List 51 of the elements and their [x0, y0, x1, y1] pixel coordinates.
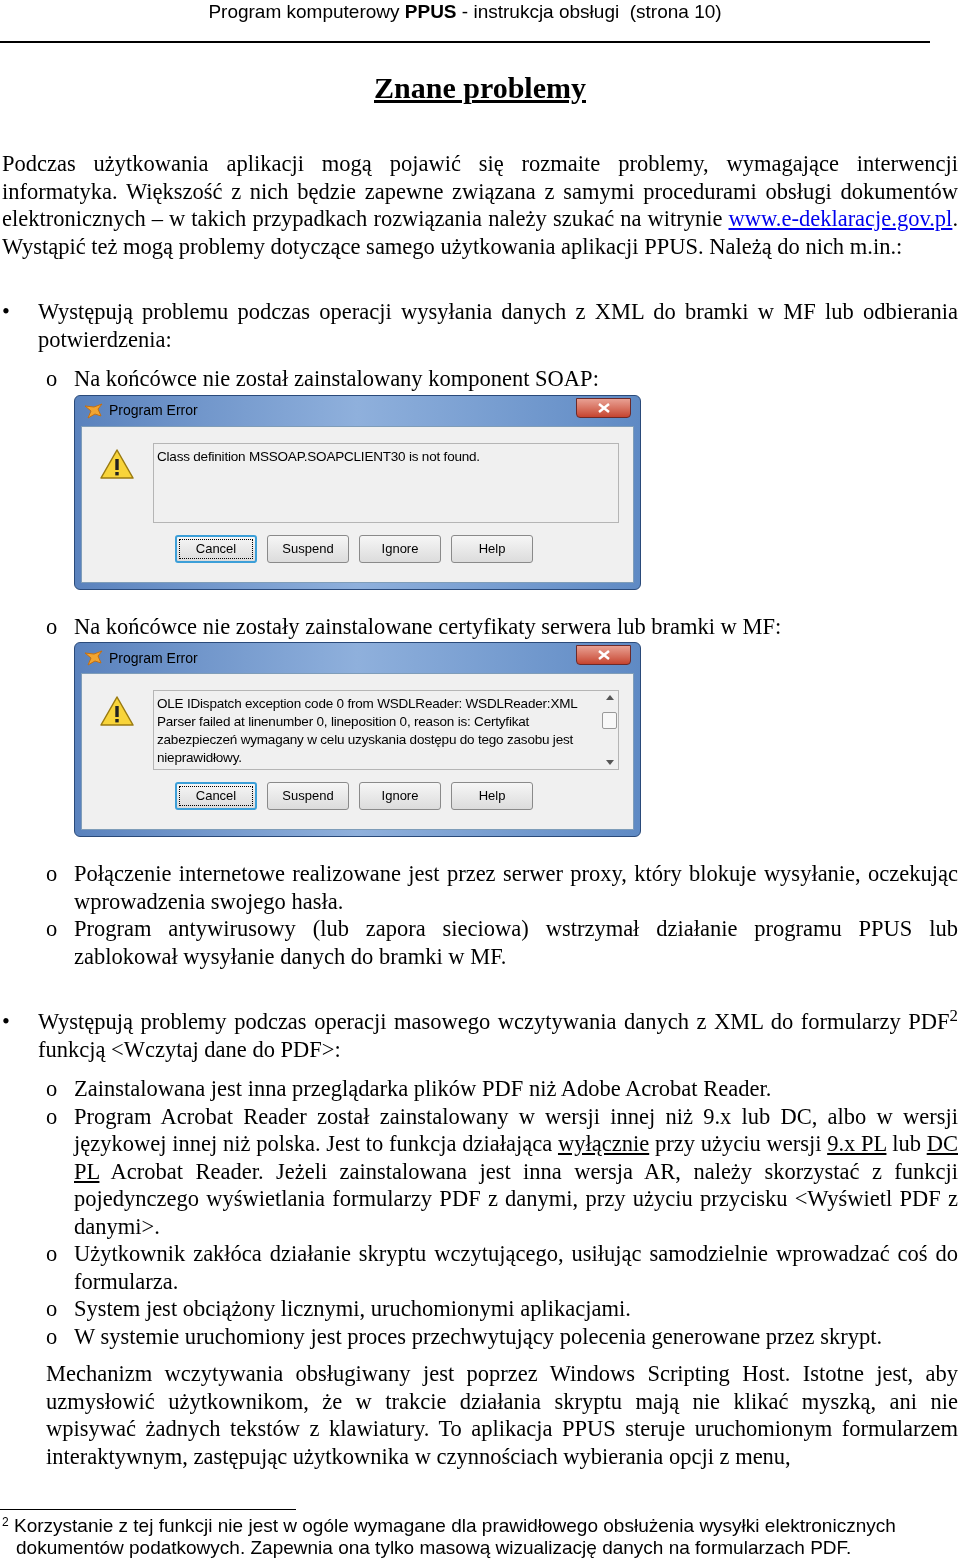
dialog-button[interactable]: Ignore: [359, 782, 441, 810]
list-item-text: Występują problemu podczas operacji wysyłania danych z XML do bramki w MF lub odbierania potwierdzenia:: [38, 298, 958, 353]
error-message: Class definition MSSOAP.SOAPCLIENT30 is not found.: [156, 447, 481, 466]
list-item-text: Na końcówce nie został zainstalowany komponent SOAP:: [74, 365, 600, 393]
sub-bullet-marker: o: [45, 1075, 59, 1103]
sub-bullet-marker: o: [45, 860, 59, 888]
sub-bullet-marker: o: [45, 1102, 59, 1131]
list-item-text: Program antywirusowy (lub zapora sieciowa) wstrzymał działanie programu PPUS lub zablokował wysyłanie danych do bramki w MF.: [74, 915, 958, 970]
scroll-down-icon[interactable]: [605, 760, 614, 765]
sub-bullet-marker: o: [45, 1240, 59, 1268]
list-item-text: Połączenie internetowe realizowane jest przez serwer proxy, który blokuje wysyłanie, oczekując wprowadzenia swojego hasła.: [74, 860, 958, 915]
dialog-title: Program Error: [109, 648, 198, 668]
close-button[interactable]: [576, 645, 631, 665]
close-icon: [597, 402, 610, 413]
warning-icon: [99, 695, 135, 727]
scroll-thumb[interactable]: [602, 711, 617, 729]
dialog-button[interactable]: Cancel: [175, 534, 257, 563]
footnote: $^{2}$ Korzystanie z tej funkcji nie jest w ogóle wymagane dla prawidłowego obsłużenia wysyłki elektronicznych dokumentów podatkowych. Zapewnia ona tylko masową wizualizację danych na formularzach PDF.: [1, 1514, 897, 1560]
app-icon: [83, 649, 103, 667]
list-item-text: Na końcówce nie zostały zainstalowane certyfikaty serwera lub bramki w MF:: [74, 612, 783, 640]
scroll-up-icon[interactable]: [605, 695, 614, 700]
sub-bullet-marker: o: [45, 612, 59, 641]
dialog-button[interactable]: Cancel: [175, 782, 257, 810]
dialog-title: Program Error: [109, 401, 198, 420]
page-header: Program komputerowy PPUS - instrukcja obsługi (strona 10): [0, 0, 930, 43]
list-item-text: Występują problemy podczas operacji masowego wczytywania danych z XML do formularzy PDF$^{2}$ funkcją <Wczytaj dane do PDF>:: [38, 1008, 958, 1063]
list-item-text: Użytkownik zakłóca działanie skryptu wczytującego, usiłując samodzielnie wprowadzać coś do formularza.: [74, 1240, 958, 1295]
app-icon: [83, 401, 103, 420]
sub-bullet-marker: o: [45, 1295, 59, 1323]
dialog-button[interactable]: Help: [451, 534, 533, 563]
intro-paragraph: Podczas użytkowania aplikacji mogą pojawić się rozmaite problemy, wymagające interwencji informatyka. Większość z nich będzie zapewne związana z samymi procedurami obsługi dokumentów elektronicznych – w takich przypadkach rozwiązania należy szukać na witrynie www.e-deklaracje.gov.pl. Wystąpić też mogą problemy dotyczące samego użytkowania aplikacji PPUS. Należą do nich m.in.:: [1, 150, 959, 260]
dialog-button[interactable]: Suspend: [267, 782, 349, 810]
web-link[interactable]: www.e-deklaracje.gov.pl: [728, 206, 953, 231]
list-item-text: Program Acrobat Reader został zainstalowany w wersji innej niż 9.x lub DC, albo w wersji językowej innej niż polska. Jest to funkcja działająca wyłącznie przy użyciu wersji 9.x PL lub DC PL Acrobat Reader. Jeżeli zainstalowana jest inna wersja AR, należy skorzystać z funkcji pojedynczego wyświetlania formularzy PDF z danymi, przy użyciu przycisku <Wyświetl PDF z danymi>.: [74, 1102, 958, 1240]
bullet-marker: •: [1, 298, 11, 326]
sub-bullet-marker: o: [45, 915, 59, 943]
dialog-button[interactable]: Suspend: [267, 534, 349, 563]
page-title: Znane problemy: [373, 70, 587, 106]
close-button[interactable]: [576, 397, 631, 418]
sub-bullet-marker: o: [45, 1322, 59, 1350]
sub-bullet-marker: o: [45, 365, 59, 393]
dialog-button[interactable]: Ignore: [359, 534, 441, 563]
closing-paragraph: Mechanizm wczytywania obsługiwany jest poprzez Windows Scripting Host. Istotne jest, aby uzmysłowić użytkownikom, że w trakcie działania skryptu mają nie klikać myszką, ani nie wpisywać żadnych tekstów z klawiatury. To aplikacja PPUS steruje uruchomionym formularzem interaktywnym, zastępując użytkownika w czynnościach wybierania opcji z menu,: [46, 1360, 958, 1470]
dialog-button[interactable]: Help: [451, 782, 533, 810]
error-message: OLE IDispatch exception code 0 from WSDLReader: WSDLReader:XML Parser failed at linenumber 0, lineposition 0, reason is: Certyfikat zabezpieczeń wymagany w celu uzyskania dostępu do tego zasobu jest nieprawidłowy.: [156, 695, 579, 767]
close-icon: [597, 650, 610, 660]
warning-icon: [99, 447, 135, 480]
bullet-marker: •: [1, 1008, 11, 1036]
list-item-text: W systemie uruchomiony jest proces przechwytujący polecenia generowane przez skrypt.: [74, 1322, 884, 1350]
list-item-text: System jest obciążony licznymi, uruchomionymi aplikacjami.: [74, 1295, 632, 1323]
list-item-text: Zainstalowana jest inna przeglądarka plików PDF niż Adobe Acrobat Reader.: [74, 1075, 773, 1103]
